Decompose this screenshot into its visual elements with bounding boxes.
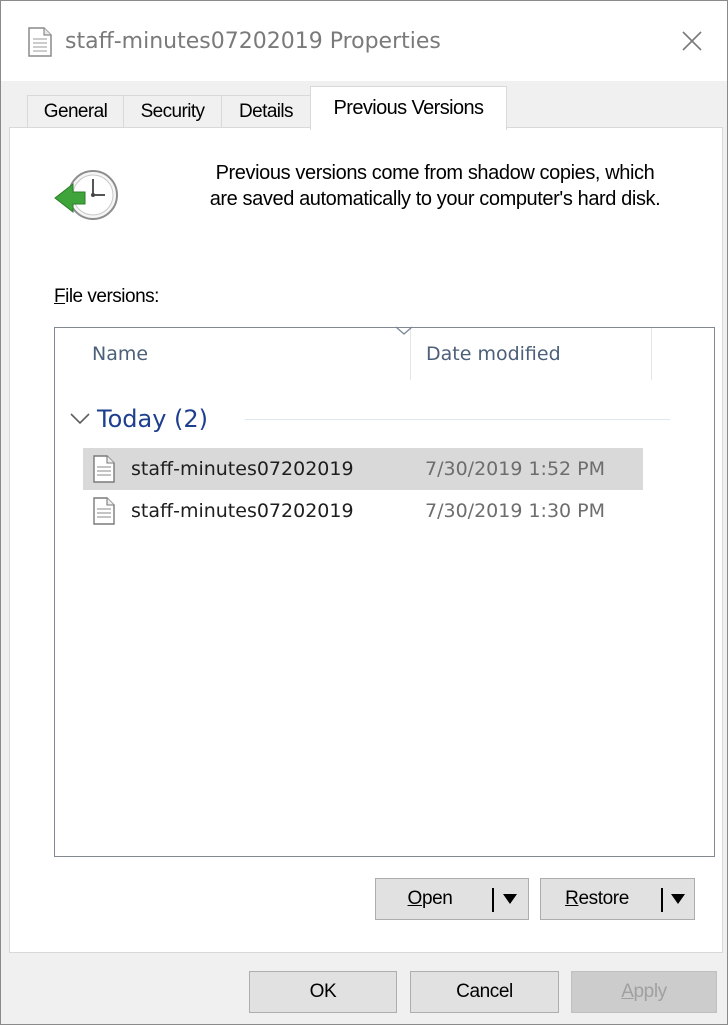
chevron-down-icon[interactable] — [69, 412, 91, 426]
cancel-button[interactable]: Cancel — [410, 971, 559, 1013]
group-title: Today (2) — [97, 405, 209, 433]
column-header-date-modified[interactable]: Date modified — [426, 328, 561, 380]
restore-button[interactable]: Restore — [541, 879, 653, 919]
accelerator-key: O — [407, 888, 423, 909]
clock-restore-icon — [54, 170, 118, 220]
previous-versions-panel: Previous versions come from shadow copie… — [9, 127, 723, 953]
file-versions-list[interactable]: Name Date modified Today (2) staff-minut… — [54, 326, 715, 857]
tab-strip: General Security Details Previous Versio… — [1, 81, 727, 130]
restore-split-button[interactable]: Restore — [540, 878, 695, 920]
apply-label: pply — [633, 981, 668, 1002]
tab-details[interactable]: Details — [221, 95, 311, 128]
dropdown-arrow-icon[interactable] — [671, 894, 685, 904]
column-header-name[interactable]: Name — [92, 328, 148, 380]
sort-descending-icon — [395, 326, 413, 335]
window-title: staff-minutes07202019 Properties — [65, 29, 441, 54]
accelerator-key: R — [565, 888, 579, 909]
group-header-today[interactable]: Today (2) — [69, 402, 208, 436]
dropdown-arrow-icon[interactable] — [503, 894, 517, 904]
properties-dialog: staff-minutes07202019 Properties General… — [0, 0, 728, 1025]
ok-button[interactable]: OK — [249, 971, 397, 1013]
accelerator-key: A — [621, 981, 634, 1002]
column-divider[interactable] — [651, 328, 652, 380]
info-text: Previous versions come from shadow copie… — [160, 160, 710, 212]
tab-general[interactable]: General — [27, 95, 124, 128]
file-name: staff-minutes07202019 — [131, 458, 354, 480]
list-item[interactable]: staff-minutes07202019 7/30/2019 1:30 PM — [83, 490, 643, 532]
file-name: staff-minutes07202019 — [131, 500, 354, 522]
split-separator — [492, 888, 494, 912]
document-icon — [93, 455, 115, 483]
close-button[interactable] — [657, 9, 727, 73]
close-icon — [682, 31, 702, 51]
tab-security[interactable]: Security — [123, 95, 222, 128]
file-versions-label: File versions: — [54, 286, 159, 308]
label-text: ile versions: — [65, 286, 159, 307]
split-separator — [661, 888, 663, 912]
document-icon — [93, 497, 115, 525]
accelerator-key: F — [54, 286, 66, 307]
date-modified: 7/30/2019 1:30 PM — [425, 500, 606, 522]
document-icon — [28, 27, 52, 57]
open-label: pen — [421, 888, 453, 909]
apply-button: Apply — [571, 971, 717, 1013]
restore-label: estore — [578, 888, 629, 909]
open-button[interactable]: Open — [376, 879, 484, 919]
open-split-button[interactable]: Open — [375, 878, 529, 920]
info-line-2: are saved automatically to your computer… — [209, 188, 661, 210]
title-bar: staff-minutes07202019 Properties — [1, 1, 727, 81]
group-divider — [245, 419, 670, 420]
tab-previous-versions[interactable]: Previous Versions — [310, 86, 507, 130]
list-item[interactable]: staff-minutes07202019 7/30/2019 1:52 PM — [83, 448, 643, 490]
info-line-1: Previous versions come from shadow copie… — [215, 162, 655, 184]
date-modified: 7/30/2019 1:52 PM — [425, 458, 606, 480]
